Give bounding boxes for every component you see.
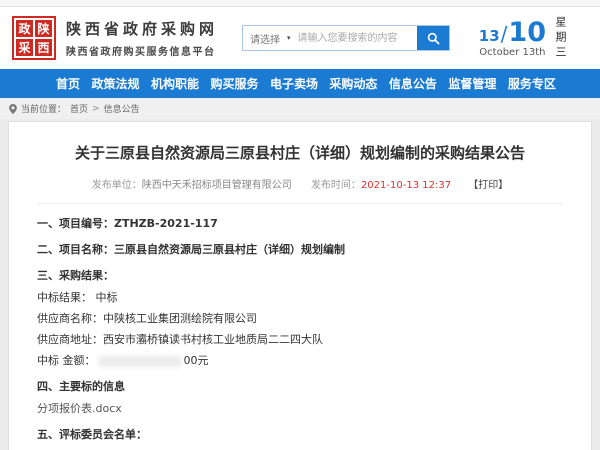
breadcrumb-home-link[interactable]: 首页 bbox=[70, 102, 88, 115]
main-nav: 首页 政策法规 机构职能 购买服务 电子卖场 采购动态 信息公告 监督管理 服务… bbox=[0, 69, 600, 98]
breadcrumb-current-link[interactable]: 信息公告 bbox=[104, 102, 140, 115]
breadcrumb: 当前位置： 首页 > 信息公告 bbox=[0, 98, 600, 119]
search-bar: 请选择 ▾ bbox=[242, 25, 450, 51]
nav-item-purchase-services[interactable]: 购买服务 bbox=[210, 75, 258, 92]
nav-item-procurement-news[interactable]: 采购动态 bbox=[329, 75, 377, 92]
bid-amount-line: 中标 金额： 00元 bbox=[37, 354, 563, 367]
nav-item-home[interactable]: 首页 bbox=[56, 75, 80, 92]
publisher-value: 陕西中天禾招标项目管理有限公司 bbox=[142, 180, 292, 191]
date-numeric: 13 / 10 October 13th bbox=[479, 19, 546, 58]
nav-item-policies[interactable]: 政策法规 bbox=[91, 75, 139, 92]
project-name-line: 二、项目名称：三原县自然资源局三原县村庄（详细）规划编制 bbox=[37, 243, 563, 256]
nav-item-supervision[interactable]: 监督管理 bbox=[448, 75, 496, 92]
location-pin-icon bbox=[9, 104, 17, 114]
bid-amount-suffix: 00元 bbox=[184, 354, 209, 367]
weekday-label: 星期三 bbox=[555, 16, 566, 61]
attachment-link[interactable]: 分项报价表.docx bbox=[37, 402, 563, 415]
nav-item-announcements[interactable]: 信息公告 bbox=[389, 75, 437, 92]
project-number-line: 一、项目编号：ZTHZB-2021-117 bbox=[37, 217, 563, 230]
logo-char: 政 bbox=[16, 20, 33, 37]
supplier-address-line: 供应商地址：西安市灞桥镇读书村核工业地质局二二四大队 bbox=[37, 333, 563, 346]
bid-amount-label: 中标 金额： bbox=[37, 354, 96, 367]
search-icon bbox=[427, 32, 440, 45]
nav-item-e-marketplace[interactable]: 电子卖场 bbox=[270, 75, 318, 92]
site-header: 政 陕 采 西 陕西省政府采购网 陕西省政府购买服务信息平台 请选择 ▾ 13 … bbox=[0, 7, 600, 69]
date-month: 10 bbox=[508, 19, 546, 46]
site-title: 陕西省政府采购网 bbox=[66, 18, 218, 39]
announcement-article: 关于三原县自然资源局三原县村庄（详细）规划编制的采购结果公告 发布单位：陕西中天… bbox=[8, 121, 592, 450]
publisher-label: 发布单位： bbox=[92, 180, 142, 191]
date-day: 13 bbox=[479, 27, 500, 45]
nav-item-service-zone[interactable]: 服务专区 bbox=[508, 75, 556, 92]
breadcrumb-separator: > bbox=[92, 104, 100, 114]
date-block: 13 / 10 October 13th 星期三 bbox=[479, 16, 590, 61]
top-strip bbox=[0, 0, 600, 7]
supplier-name-line: 供应商名称：中陕核工业集团测绘院有限公司 bbox=[37, 312, 563, 325]
search-select-label: 请选择 bbox=[250, 31, 280, 46]
article-meta: 发布单位：陕西中天禾招标项目管理有限公司 发布时间：2021-10-13 12:… bbox=[37, 176, 563, 204]
content-area: 关于三原县自然资源局三原县村庄（详细）规划编制的采购结果公告 发布单位：陕西中天… bbox=[0, 119, 600, 450]
chevron-down-icon: ▾ bbox=[287, 34, 291, 42]
logo-char: 陕 bbox=[35, 20, 52, 37]
page-title: 关于三原县自然资源局三原县村庄（详细）规划编制的采购结果公告 bbox=[37, 142, 563, 163]
bid-result-line: 中标结果： 中标 bbox=[37, 291, 563, 304]
breadcrumb-label: 当前位置： bbox=[21, 102, 66, 115]
print-button[interactable]: 【打印】 bbox=[468, 180, 508, 191]
search-category-select[interactable]: 请选择 ▾ bbox=[243, 26, 298, 50]
publish-time-value: 2021-10-13 12:37 bbox=[361, 180, 451, 191]
date-english: October 13th bbox=[479, 47, 546, 58]
site-logo-seal: 政 陕 采 西 bbox=[12, 16, 56, 60]
redacted-amount bbox=[98, 356, 182, 367]
site-titles: 陕西省政府采购网 陕西省政府购买服务信息平台 bbox=[66, 18, 218, 58]
search-input[interactable] bbox=[298, 26, 417, 50]
publish-time-label: 发布时间： bbox=[311, 180, 361, 191]
logo-char: 采 bbox=[16, 39, 33, 56]
subject-section-header: 四、主要标的信息 bbox=[37, 380, 563, 393]
nav-item-functions[interactable]: 机构职能 bbox=[151, 75, 199, 92]
logo-char: 西 bbox=[35, 39, 52, 56]
search-button[interactable] bbox=[417, 26, 449, 50]
committee-section-header: 五、评标委员会名单： bbox=[37, 428, 563, 441]
date-slash: / bbox=[501, 22, 508, 46]
result-section-header: 三、采购结果： bbox=[37, 269, 563, 282]
site-subtitle: 陕西省政府购买服务信息平台 bbox=[66, 43, 218, 58]
